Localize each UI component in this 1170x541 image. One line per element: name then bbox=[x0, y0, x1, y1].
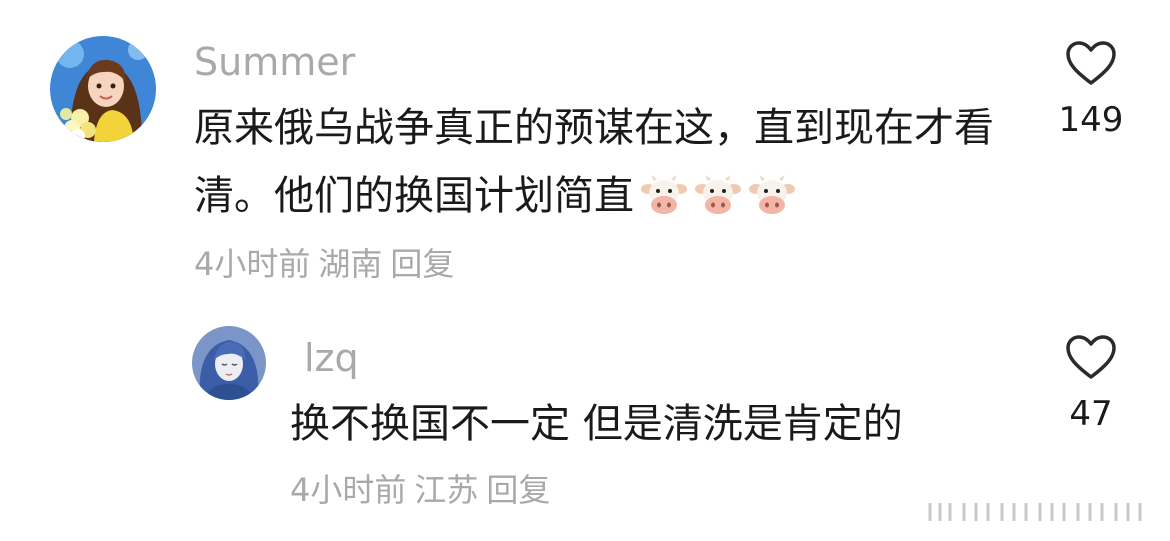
cow-face-emoji bbox=[748, 170, 796, 238]
comment-time: 4小时前 bbox=[194, 245, 311, 283]
avatar[interactable] bbox=[50, 36, 156, 142]
comment-username[interactable]: Summer bbox=[194, 40, 355, 84]
comment-text-body: 原来俄乌战争真正的预谋在这，直到现在才看清。他们的换国计划简直 bbox=[194, 105, 994, 219]
comment-username[interactable]: lzq bbox=[304, 336, 359, 380]
comment-time: 4小时前 bbox=[290, 471, 407, 509]
comment-meta: 4小时前 江苏 回复 bbox=[290, 470, 558, 510]
heart-outline-icon[interactable] bbox=[1065, 334, 1117, 380]
like-control: 47 bbox=[1046, 334, 1136, 434]
comment-text: 换不换国不一定 但是清洗是肯定的 bbox=[290, 390, 1030, 458]
comment-location: 江苏 bbox=[414, 471, 479, 509]
like-count: 47 bbox=[1069, 394, 1113, 434]
heart-outline-icon[interactable] bbox=[1065, 40, 1117, 86]
avatar[interactable] bbox=[192, 326, 266, 400]
comment-meta: 4小时前 湖南 回复 bbox=[194, 244, 462, 284]
weibo-watermark bbox=[924, 497, 1154, 531]
reply-button[interactable]: 回复 bbox=[486, 471, 550, 509]
cow-face-emoji bbox=[694, 170, 742, 238]
reply-button[interactable]: 回复 bbox=[390, 245, 454, 283]
like-control: 149 bbox=[1046, 40, 1136, 140]
cow-face-emoji bbox=[640, 170, 688, 238]
comment-item: Summer 原来俄乌战争真正的预谋在这，直到现在才看清。他们的换国计划简直 4… bbox=[0, 0, 1170, 300]
like-count: 149 bbox=[1058, 100, 1124, 140]
comment-text: 原来俄乌战争真正的预谋在这，直到现在才看清。他们的换国计划简直 bbox=[194, 94, 1024, 238]
comment-location: 湖南 bbox=[318, 245, 383, 283]
comment-text-body: 换不换国不一定 但是清洗是肯定的 bbox=[290, 401, 903, 447]
